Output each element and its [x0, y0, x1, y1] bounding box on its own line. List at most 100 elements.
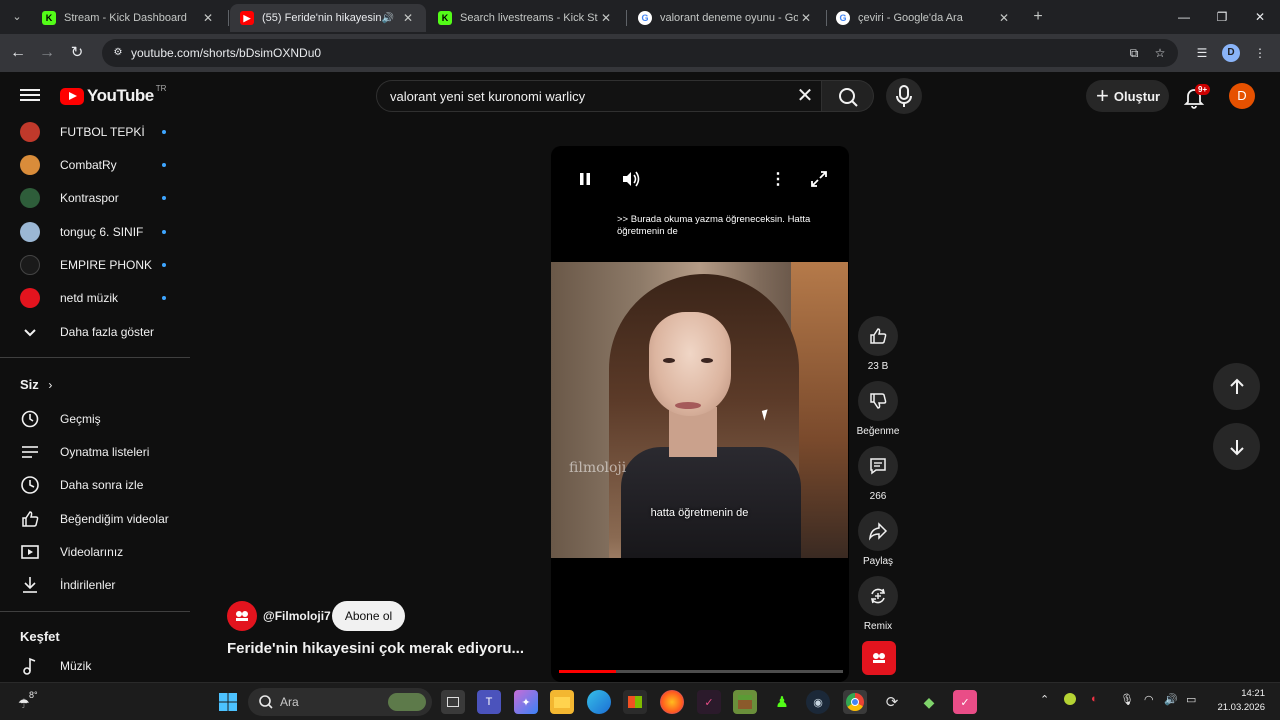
- guide-menu-icon[interactable]: [20, 86, 40, 106]
- search-input[interactable]: valorant yeni set kuronomi warlicy ✕: [376, 80, 822, 112]
- sidebar-item-downloads[interactable]: İndirilenler: [0, 568, 190, 601]
- dislike-button[interactable]: [858, 381, 898, 421]
- task-view-icon[interactable]: [441, 690, 465, 714]
- copilot-icon[interactable]: ✦: [514, 690, 538, 714]
- address-bar[interactable]: ⚙ youtube.com/shorts/bDsimOXNDu0 ⧉ ☆: [102, 39, 1178, 67]
- channel-avatar-tile[interactable]: [862, 641, 896, 675]
- sidebar-item-kontraspor[interactable]: Kontraspor: [0, 181, 190, 214]
- browser-tab-google-ceviri[interactable]: G çeviri - Google'da Ara ✕: [826, 4, 1022, 32]
- minecraft-icon[interactable]: [733, 690, 757, 714]
- like-action[interactable]: 23 B: [858, 316, 898, 372]
- teams-icon[interactable]: T: [477, 690, 501, 714]
- sidebar-item-netd-muzik[interactable]: netd müzik: [0, 281, 190, 314]
- sidebar-item-combatry[interactable]: CombatRy: [0, 148, 190, 181]
- file-explorer-icon[interactable]: [550, 690, 574, 714]
- youtube-logo[interactable]: YouTube TR: [60, 84, 166, 106]
- next-short-button[interactable]: [1213, 423, 1260, 470]
- taskbar-clock[interactable]: 14:21 21.03.2026: [1215, 687, 1265, 715]
- store-icon[interactable]: [623, 690, 647, 714]
- pause-button[interactable]: [574, 168, 596, 190]
- comments-button[interactable]: [858, 446, 898, 486]
- share-action[interactable]: Paylaş: [858, 511, 898, 567]
- minimize-button[interactable]: —: [1172, 6, 1196, 28]
- sidebar-item-watch-later[interactable]: Daha sonra izle: [0, 468, 190, 501]
- tab-close-icon[interactable]: ✕: [200, 11, 216, 25]
- create-button[interactable]: + Oluştur: [1086, 80, 1169, 112]
- steam-icon[interactable]: ◉: [806, 690, 830, 714]
- browser-tab-youtube-short[interactable]: ▶ (55) Feride'nin hikayesini ço 🔊 ✕: [230, 4, 426, 32]
- like-button[interactable]: [858, 316, 898, 356]
- tab-close-icon[interactable]: ✕: [798, 11, 814, 25]
- more-options-icon[interactable]: ⋮: [767, 168, 789, 190]
- firefox-icon[interactable]: [660, 690, 684, 714]
- sidebar-item-liked-videos[interactable]: Beğendiğim videolar: [0, 502, 190, 535]
- close-window-button[interactable]: ✕: [1248, 6, 1272, 28]
- app-v-pink-icon[interactable]: ✓: [953, 690, 977, 714]
- app-v-icon[interactable]: ✓: [697, 690, 721, 714]
- tab-close-icon[interactable]: ✕: [400, 11, 416, 25]
- sidebar-item-futbol-tepki[interactable]: FUTBOL TEPKİ: [0, 115, 190, 148]
- previous-short-button[interactable]: [1213, 363, 1260, 410]
- voice-search-button[interactable]: [886, 78, 922, 114]
- tray-alert-icon[interactable]: ◐: [1091, 693, 1098, 705]
- shorts-player[interactable]: ⋮ >> Burada okuma yazma öğreneceksin. Ha…: [551, 146, 849, 682]
- sidebar-item-tonguc[interactable]: tonguç 6. SINIF: [0, 215, 190, 248]
- browser-tab-google-valorant[interactable]: G valorant deneme oyunu - Goog ✕: [628, 4, 824, 32]
- share-button[interactable]: [858, 511, 898, 551]
- new-tab-button[interactable]: +: [1028, 7, 1048, 27]
- update-icon[interactable]: ⟳: [880, 690, 904, 714]
- search-query-text[interactable]: valorant yeni set kuronomi warlicy: [390, 89, 585, 104]
- volume-button[interactable]: [620, 168, 642, 190]
- bookmark-star-icon[interactable]: ☆: [1152, 45, 1168, 61]
- browser-tab-kick-search[interactable]: K Search livestreams - Kick Stream ✕: [428, 4, 624, 32]
- battery-icon[interactable]: ▭: [1186, 693, 1196, 706]
- sidebar-you-heading[interactable]: Siz ›: [20, 377, 52, 392]
- clear-search-icon[interactable]: ✕: [793, 85, 817, 109]
- tray-app-icon[interactable]: [1064, 693, 1076, 708]
- reload-button[interactable]: ↻: [66, 42, 88, 64]
- tab-search-icon[interactable]: ⌄: [6, 7, 28, 27]
- sidebar-item-empire-phonk[interactable]: EMPIRE PHONK: [0, 248, 190, 281]
- sidebar-item-your-videos[interactable]: Videolarınız: [0, 535, 190, 568]
- tray-overflow-icon[interactable]: ⌃: [1040, 693, 1049, 706]
- microphone-tray-icon[interactable]: 🎙: [1120, 693, 1134, 706]
- comments-action[interactable]: 266: [858, 446, 898, 502]
- start-button[interactable]: [216, 690, 240, 714]
- sidebar-show-more[interactable]: Daha fazla göster: [0, 315, 190, 348]
- search-button[interactable]: [822, 80, 874, 112]
- site-info-icon[interactable]: ⚙: [110, 45, 126, 61]
- tab-close-icon[interactable]: ✕: [598, 11, 614, 25]
- remix-action[interactable]: Remix: [858, 576, 898, 632]
- maximize-button[interactable]: ❐: [1210, 6, 1234, 28]
- browser-menu-icon[interactable]: ⋮: [1250, 43, 1270, 63]
- tab-close-icon[interactable]: ✕: [996, 11, 1012, 25]
- dislike-action[interactable]: Beğenme: [857, 381, 899, 437]
- short-title[interactable]: Feride'nin hikayesini çok merak ediyoru.…: [227, 640, 547, 657]
- forward-button[interactable]: →: [36, 42, 58, 64]
- cube-app-icon[interactable]: ◆: [917, 690, 941, 714]
- wifi-icon[interactable]: ◠: [1144, 693, 1154, 706]
- weather-widget[interactable]: ☂ 8°: [16, 688, 40, 716]
- sidebar-item-playlists[interactable]: Oynatma listeleri: [0, 435, 190, 468]
- subscribe-button[interactable]: Abone ol: [332, 601, 405, 631]
- taskbar-search[interactable]: Ara: [248, 688, 432, 716]
- back-button[interactable]: ←: [7, 42, 29, 64]
- android-icon[interactable]: ♟: [770, 690, 794, 714]
- browser-profile-avatar[interactable]: D: [1222, 44, 1240, 62]
- channel-avatar[interactable]: [227, 601, 257, 631]
- fullscreen-button[interactable]: [808, 168, 830, 190]
- url-text[interactable]: youtube.com/shorts/bDsimOXNDu0: [131, 46, 321, 60]
- edge-icon[interactable]: [587, 690, 611, 714]
- channel-handle[interactable]: @Filmoloji7: [263, 609, 331, 623]
- chrome-icon[interactable]: [843, 690, 867, 714]
- browser-tab-kick-dashboard[interactable]: K Stream - Kick Dashboard ✕: [32, 4, 226, 32]
- sidebar-item-history[interactable]: Geçmiş: [0, 402, 190, 435]
- audio-playing-icon[interactable]: 🔊: [382, 13, 394, 24]
- video-progress-bar[interactable]: [559, 670, 843, 673]
- account-avatar[interactable]: D: [1229, 83, 1255, 109]
- reading-list-icon[interactable]: ☰: [1192, 43, 1212, 63]
- install-app-icon[interactable]: ⧉: [1126, 45, 1142, 61]
- sidebar-item-music[interactable]: Müzik: [0, 649, 190, 682]
- remix-button[interactable]: [858, 576, 898, 616]
- speaker-tray-icon[interactable]: 🔊: [1164, 693, 1178, 706]
